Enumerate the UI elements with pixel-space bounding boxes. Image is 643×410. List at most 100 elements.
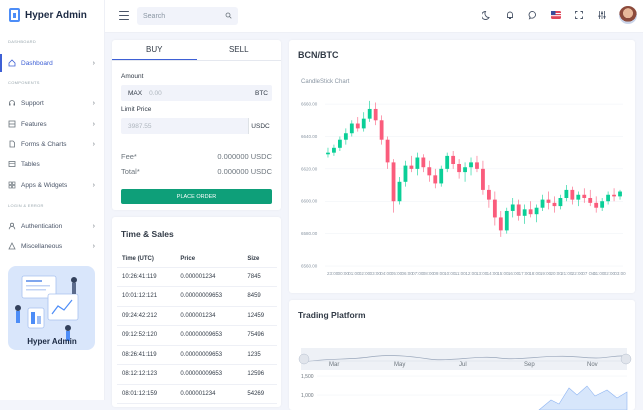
sidebar-item-label: Forms & Charts [21, 140, 67, 148]
place-order-button[interactable]: PLACE ORDER [121, 189, 272, 204]
chevron-right-icon: › [92, 242, 95, 250]
brand-name: Hyper Admin [25, 9, 87, 21]
candle [403, 160, 408, 187]
sidebar-item-forms-charts[interactable]: Forms & Charts › [0, 135, 104, 153]
candle-body [475, 162, 479, 169]
menu-toggle-icon[interactable] [119, 11, 129, 20]
candle-body [546, 199, 551, 203]
candle-body [534, 207, 539, 215]
sidebar-item-miscellaneous[interactable]: Miscellaneous › [0, 237, 104, 255]
sidebar-item-label: Tables [21, 160, 40, 168]
trading-platform-card: Trading Platform Mar May Jul Sep Nov 1,5… [289, 300, 635, 410]
candle [516, 199, 521, 221]
cell-price: 0.000001234 [175, 306, 243, 326]
month-label: Nov [587, 362, 598, 368]
sidebar-caption-components: COMPONENTS [8, 80, 40, 85]
search-input[interactable]: Search [137, 7, 238, 25]
table-row: 09:24:42:212 0.000001234 12459 [117, 306, 277, 326]
bell-icon[interactable] [504, 10, 515, 21]
cell-size: 12459 [242, 306, 277, 326]
sidebar-item-features[interactable]: Features › [0, 115, 104, 133]
sidebar-item-support[interactable]: Support › [0, 94, 104, 112]
candle-body [492, 199, 497, 218]
candle [427, 160, 432, 182]
candle [492, 191, 497, 226]
search-icon [225, 12, 232, 21]
candle [600, 198, 605, 211]
candle [457, 159, 462, 179]
time-sales-card: Time & Sales Time (UTC) Price Size 10:26… [112, 217, 281, 407]
table-row: 08:26:41:119 0.00000009653 1235 [117, 345, 277, 365]
candle [558, 194, 563, 210]
moon-icon[interactable] [481, 10, 492, 21]
candle-body [469, 162, 473, 168]
candle-body [618, 191, 622, 197]
limit-price-field[interactable]: 3987.55 USDC [121, 118, 272, 134]
month-label: May [394, 362, 405, 368]
candle [373, 102, 378, 126]
candle [326, 147, 330, 158]
candle-body [570, 189, 575, 200]
amount-max-button[interactable]: MAX [121, 90, 149, 97]
candle [421, 154, 426, 173]
candle [397, 176, 402, 205]
chat-icon[interactable] [527, 10, 538, 21]
brand-logo[interactable]: Hyper Admin [9, 8, 87, 22]
cell-price: 0.00000009653 [175, 325, 243, 346]
settings-sliders-icon[interactable] [596, 10, 607, 21]
candle-body [409, 165, 414, 169]
cell-size: 7845 [242, 267, 277, 287]
user-icon [8, 222, 16, 230]
total-value: 0.000000 USDC [217, 167, 272, 176]
table-row: 09:12:52:120 0.00000009653 75496 [117, 325, 277, 346]
trading-platform-chart: Mar May Jul Sep Nov 1,500 1,000 [298, 348, 632, 410]
candle-body [367, 108, 372, 119]
amount-field[interactable]: MAX 0.00 BTC [121, 85, 272, 101]
candle [343, 128, 348, 145]
month-label: Mar [329, 362, 339, 368]
candle-body [510, 204, 515, 211]
fullscreen-icon[interactable] [573, 10, 584, 21]
candle-body [361, 118, 366, 129]
candle [498, 210, 503, 237]
cell-price: 0.00000009653 [175, 364, 243, 385]
candle-body [463, 167, 467, 173]
candle-body [486, 189, 491, 200]
candle-body [481, 168, 485, 190]
sidebar-item-authentication[interactable]: Authentication › [0, 217, 104, 235]
table-row: 10:26:41:119 0.000001234 7845 [117, 267, 277, 287]
cell-time: 08:26:41:119 [117, 345, 176, 365]
candle-body [332, 147, 336, 153]
candle [451, 151, 456, 169]
y-tick-label: 6640.00 [301, 134, 318, 139]
candle [355, 117, 360, 132]
cell-size: 8459 [242, 286, 277, 307]
candle-body [427, 167, 432, 176]
sidebar-item-dashboard[interactable]: Dashboard › [0, 54, 104, 72]
sidebar-item-label: Miscellaneous [21, 242, 63, 250]
avatar[interactable] [619, 6, 637, 24]
candle-body [397, 181, 402, 202]
candle [510, 198, 515, 218]
y-tick-label: 6660.00 [301, 102, 318, 107]
range-handle-left[interactable] [298, 353, 310, 365]
sidebar-item-tables[interactable]: Tables [0, 155, 104, 173]
y-axis-label: 1,500 [301, 374, 314, 380]
table-icon [8, 160, 16, 168]
trade-form: Amount MAX 0.00 BTC Limit Price 3987.55 … [112, 40, 281, 210]
logo-icon [9, 8, 20, 22]
table-header-row: Time (UTC) Price Size [117, 252, 277, 268]
candle-body [606, 194, 611, 202]
us-flag-icon[interactable] [550, 10, 561, 21]
candle [504, 207, 509, 234]
grid-icon [8, 120, 16, 128]
candle [391, 159, 396, 213]
triangle-icon [8, 242, 16, 250]
sidebar-item-apps-widgets[interactable]: Apps & Widgets › [0, 176, 104, 194]
chevron-right-icon: › [92, 140, 95, 148]
month-label: Sep [524, 362, 535, 368]
candle-body [588, 198, 593, 203]
candle-body [355, 123, 360, 129]
chevron-right-icon: › [92, 181, 95, 189]
range-handle-right[interactable] [620, 353, 632, 365]
